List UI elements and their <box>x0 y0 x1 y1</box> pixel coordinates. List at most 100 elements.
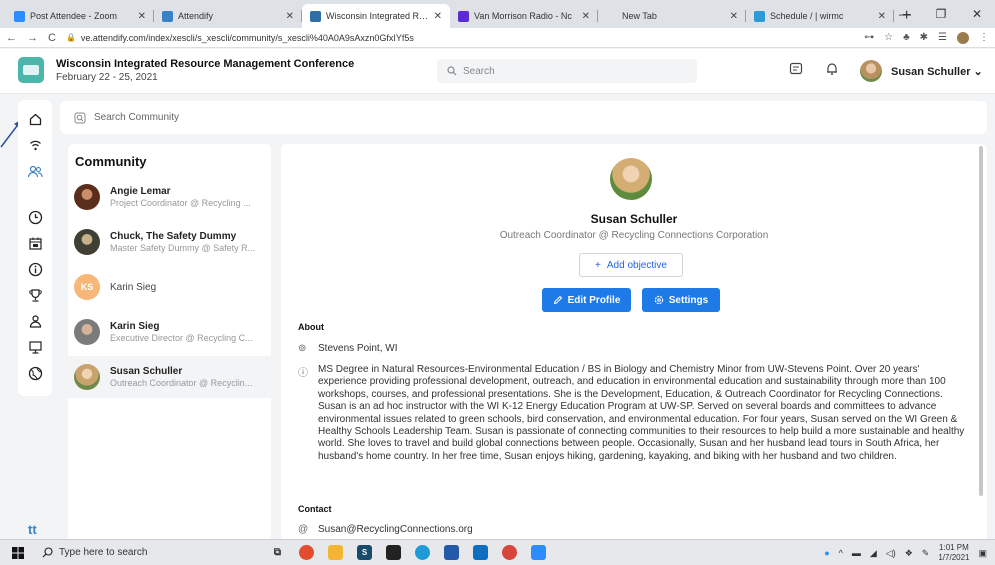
user-name: Susan Schuller <box>891 66 971 78</box>
home-icon[interactable] <box>26 110 44 128</box>
system-clock[interactable]: 1:01 PM 1/7/2021 <box>938 543 969 563</box>
url-field[interactable]: 🔒 ve.attendify.com/index/xescli/s_xescli… <box>66 33 854 43</box>
url-text: ve.attendify.com/index/xescli/s_xescli/c… <box>80 32 414 43</box>
windows-start-icon[interactable] <box>0 546 36 559</box>
newtab-favicon-icon <box>606 10 617 22</box>
community-people-icon[interactable] <box>26 162 44 180</box>
star-icon[interactable]: ☆ <box>884 32 893 43</box>
edge-app-icon[interactable] <box>415 545 430 560</box>
close-tab-icon[interactable]: ✕ <box>286 11 294 22</box>
clock-icon[interactable] <box>26 208 44 226</box>
community-member[interactable]: Chuck, The Safety Dummy Master Safety Dum… <box>68 221 271 263</box>
community-member[interactable]: KS Karin Sieg <box>68 266 271 308</box>
chrome-profile-app-icon[interactable] <box>502 545 517 560</box>
globe-icon[interactable] <box>26 364 44 382</box>
app-header: Wisconsin Integrated Resource Management… <box>0 49 995 94</box>
zoom-favicon-icon <box>14 10 25 22</box>
key-icon[interactable]: ⊶ <box>864 32 874 43</box>
browser-tab-label: Schedule / | wirmc <box>770 11 844 21</box>
app-s-icon[interactable]: S <box>357 545 372 560</box>
member-text: Chuck, The Safety Dummy Master Safety Dum… <box>110 231 260 253</box>
add-objective-button[interactable]: + Add objective <box>579 253 683 277</box>
profile-avatar <box>610 158 652 200</box>
member-avatar <box>74 364 100 390</box>
windows-taskbar: Type here to search ⧉ S ● ^ ▬ ◢ ◁) ❖ ✎ 1… <box>0 539 995 565</box>
browser-tab[interactable]: Schedule / | wirmc ✕ <box>746 4 894 28</box>
dropbox-icon[interactable]: ❖ <box>905 548 913 559</box>
forward-arrow-icon[interactable]: → <box>27 32 38 44</box>
close-tab-icon[interactable]: ✕ <box>582 11 590 22</box>
user-menu[interactable]: Susan Schuller ⌄ <box>891 65 983 78</box>
reload-icon[interactable]: C <box>48 32 56 44</box>
conference-dates: February 22 - 25, 2021 <box>56 72 158 83</box>
close-tab-icon[interactable]: ✕ <box>434 11 442 22</box>
tray-expand-icon[interactable]: ^ <box>839 548 843 558</box>
minimize-button[interactable]: — <box>887 0 923 28</box>
browser-tab-label: Post Attendee - Zoom <box>30 11 118 21</box>
header-search-placeholder: Search <box>463 65 495 77</box>
close-tab-icon[interactable]: ✕ <box>878 11 886 22</box>
outlook-app-icon[interactable] <box>473 545 488 560</box>
community-search-input[interactable]: Search Community <box>60 101 987 134</box>
member-name: Chuck, The Safety Dummy <box>110 231 237 242</box>
maximize-button[interactable]: ❐ <box>923 0 959 28</box>
conference-logo[interactable] <box>18 57 44 83</box>
close-tab-icon[interactable]: ✕ <box>138 11 146 22</box>
file-explorer-icon[interactable] <box>328 545 343 560</box>
header-search-input[interactable]: Search <box>437 59 697 83</box>
browser-tab[interactable]: Post Attendee - Zoom ✕ <box>6 4 154 28</box>
extension-icon[interactable]: ♣ <box>903 32 910 43</box>
trophy-icon[interactable] <box>26 286 44 304</box>
location-row: ⊚ Stevens Point, WI <box>298 343 397 354</box>
browser-tab-label: Van Morrison Radio - Nc <box>474 11 572 21</box>
chrome-app-icon[interactable] <box>299 545 314 560</box>
profile-avatar-icon[interactable] <box>957 31 969 44</box>
browser-tab[interactable]: Van Morrison Radio - Nc ✕ <box>450 4 598 28</box>
tray-app-icon[interactable]: ● <box>824 548 829 558</box>
browser-tab[interactable]: Attendify ✕ <box>154 4 302 28</box>
puzzle-icon[interactable]: ✱ <box>920 32 928 43</box>
member-role: Project Coordinator @ Recycling ... <box>110 198 251 208</box>
member-role: Outreach Coordinator @ Recyclin... <box>110 378 253 388</box>
at-sign-icon: @ <box>298 524 309 535</box>
calendar-icon[interactable] <box>26 234 44 252</box>
email-link[interactable]: Susan@RecyclingConnections.org <box>318 524 473 535</box>
settings-button[interactable]: Settings <box>642 288 720 312</box>
info-icon[interactable] <box>26 260 44 278</box>
taskbar-search-placeholder: Type here to search <box>59 547 148 558</box>
task-view-icon[interactable]: ⧉ <box>270 545 285 560</box>
profile-scrollbar[interactable] <box>979 146 983 496</box>
edit-profile-button[interactable]: Edit Profile <box>542 288 631 312</box>
taskbar-search-input[interactable]: Type here to search <box>36 542 256 564</box>
close-tab-icon[interactable]: ✕ <box>730 11 738 22</box>
member-initials-avatar: KS <box>74 274 100 300</box>
messages-icon[interactable] <box>788 61 804 77</box>
browser-menu-icon[interactable]: ⋮ <box>979 32 989 43</box>
volume-icon[interactable]: ◁) <box>886 548 896 559</box>
profile-name: Susan Schuller <box>590 212 678 226</box>
zoom-app-icon[interactable] <box>531 545 546 560</box>
store-app-icon[interactable] <box>386 545 401 560</box>
taskbar-search-icon <box>42 547 53 558</box>
mail-app-icon[interactable] <box>444 545 459 560</box>
browser-tab[interactable]: New Tab ✕ <box>598 4 746 28</box>
pen-icon[interactable]: ✎ <box>922 548 930 559</box>
lock-icon: 🔒 <box>65 33 76 42</box>
tab-list: Post Attendee - Zoom ✕ Attendify ✕ Wisconsin… <box>6 4 894 28</box>
community-member[interactable]: Susan Schuller Outreach Coordinator @ Rec… <box>68 356 271 398</box>
network-icon[interactable]: ◢ <box>870 548 877 559</box>
speaker-icon[interactable] <box>26 312 44 330</box>
notifications-icon[interactable]: ▣ <box>978 548 987 559</box>
close-window-button[interactable]: ✕ <box>959 0 995 28</box>
user-avatar[interactable] <box>860 60 882 82</box>
browser-tab[interactable]: Wisconsin Integrated Resour ✕ <box>302 4 450 28</box>
community-member[interactable]: Angie Lemar Project Coordinator @ Recycli… <box>68 176 271 218</box>
community-member[interactable]: Karin Sieg Executive Director @ Recycling… <box>68 311 271 353</box>
live-stream-icon[interactable] <box>26 136 44 154</box>
battery-icon[interactable]: ▬ <box>852 548 861 558</box>
notifications-bell-icon[interactable] <box>824 61 840 77</box>
reading-list-icon[interactable]: ☰ <box>938 32 947 43</box>
browser-tab-strip: Post Attendee - Zoom ✕ Attendify ✕ Wisconsin… <box>0 0 995 28</box>
back-arrow-icon[interactable]: ← <box>6 32 17 44</box>
presentation-icon[interactable] <box>26 338 44 356</box>
